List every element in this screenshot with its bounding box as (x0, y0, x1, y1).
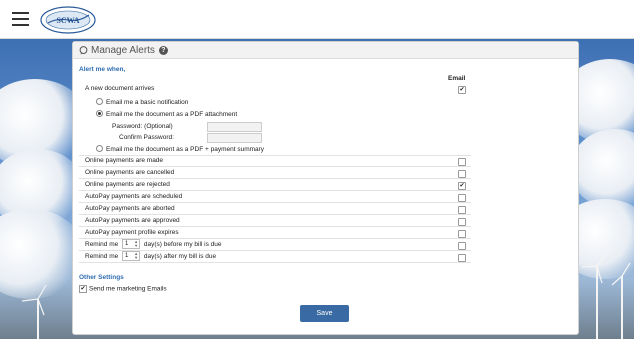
checkbox-autopay-approved[interactable] (458, 218, 466, 226)
checkbox-autopay-profile-expires[interactable] (458, 230, 466, 238)
radio-icon[interactable] (96, 145, 103, 152)
checkbox-marketing[interactable]: ✔ (79, 285, 87, 293)
column-header-email: Email (448, 75, 466, 82)
alert-row-new-document: A new document arrives (79, 83, 471, 95)
confirm-password-input[interactable] (207, 133, 262, 143)
manage-alerts-panel: Manage Alerts ? Alert me when, Email A n… (72, 41, 579, 335)
alert-row: AutoPay payment profile expires (79, 227, 471, 239)
checkbox-autopay-scheduled[interactable] (458, 194, 466, 202)
checkbox-online-payments-cancelled[interactable] (458, 170, 466, 178)
checkbox-online-payments-made[interactable] (458, 158, 466, 166)
panel-header: Manage Alerts ? (73, 42, 578, 59)
alert-row: AutoPay payments are scheduled (79, 191, 471, 203)
alert-row: AutoPay payments are approved (79, 215, 471, 227)
alert-row: Online payments are made (79, 155, 471, 167)
checkbox-online-payments-rejected[interactable]: ✔ (458, 182, 466, 190)
alert-label: A new document arrives (85, 85, 155, 92)
alert-row: Online payments are cancelled (79, 167, 471, 179)
radio-option-basic[interactable]: Email me a basic notification (96, 98, 188, 106)
hamburger-icon[interactable] (12, 12, 29, 26)
radio-icon[interactable] (96, 110, 103, 117)
section-title-other: Other Settings (79, 274, 124, 281)
confirm-password-label: Confirm Password: (119, 134, 174, 141)
save-button[interactable]: Save (300, 305, 349, 322)
scwa-logo[interactable]: SCWA (39, 3, 97, 35)
alert-row-remind-before: Remind me 1 ▲ ▼ day(s) before my bill is d… (79, 239, 471, 251)
svg-text:SCWA: SCWA (56, 16, 79, 25)
checkbox-remind-after[interactable] (458, 254, 466, 262)
checkbox-autopay-aborted[interactable] (458, 206, 466, 214)
days-after-stepper[interactable]: 1 ▲ ▼ (122, 251, 141, 262)
radio-icon[interactable] (96, 98, 103, 105)
alert-row: AutoPay payments are aborted (79, 203, 471, 215)
days-before-stepper[interactable]: 1 ▲ ▼ (122, 239, 141, 250)
question-icon[interactable]: ? (158, 45, 168, 55)
radio-option-pdf-summary[interactable]: Email me the document as a PDF + payment… (96, 145, 264, 153)
checkbox-new-document[interactable]: ✔ (458, 86, 466, 94)
alert-row-remind-after: Remind me 1 ▲ ▼ day(s) after my bill is du… (79, 251, 471, 263)
alert-row: Online payments are rejected (79, 179, 471, 191)
section-title-alerts: Alert me when, (79, 66, 126, 73)
top-bar: SCWA (0, 0, 634, 39)
marketing-option[interactable]: ✔ Send me marketing Emails (79, 285, 167, 293)
panel-title: Manage Alerts (91, 44, 155, 56)
checkbox-remind-before[interactable] (458, 242, 466, 250)
chat-bubble-icon (79, 45, 88, 54)
password-input[interactable] (207, 122, 262, 132)
password-label: Password: (Optional) (112, 123, 173, 130)
radio-option-pdf[interactable]: Email me the document as a PDF attachmen… (96, 110, 237, 118)
